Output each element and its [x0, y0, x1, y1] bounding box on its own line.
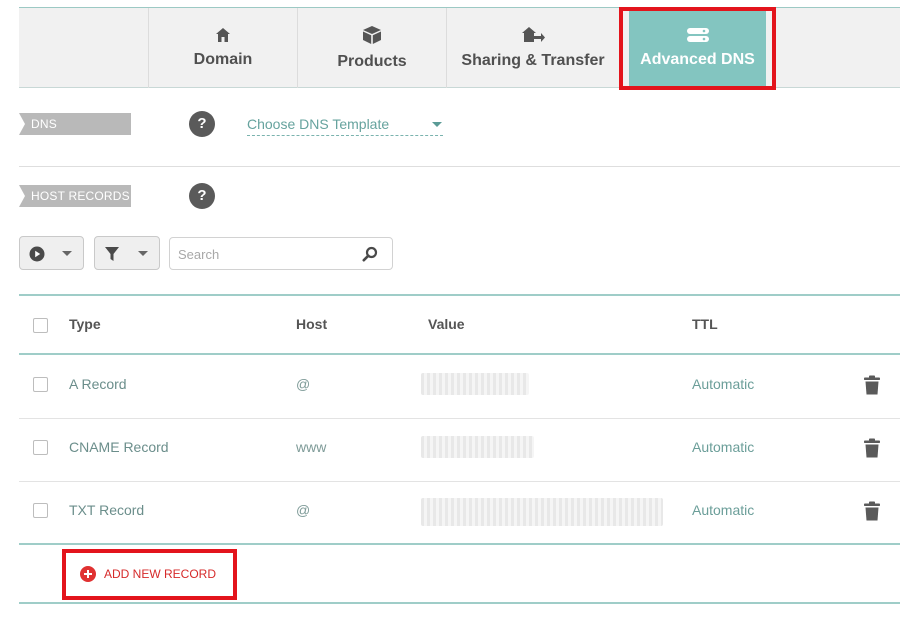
house-transfer-icon — [521, 26, 545, 44]
tab-products-label: Products — [337, 53, 407, 70]
trash-icon[interactable] — [863, 501, 881, 526]
table-header-border — [19, 353, 900, 355]
record-value-redacted[interactable] — [421, 498, 663, 526]
row-divider — [19, 481, 900, 482]
filter-dropdown-button[interactable] — [94, 236, 160, 270]
section-divider — [19, 166, 900, 167]
row-divider — [19, 418, 900, 419]
chevron-down-icon — [138, 251, 148, 256]
column-header-type: Type — [69, 316, 101, 332]
record-ttl[interactable]: Automatic — [692, 502, 754, 518]
chevron-down-icon — [62, 251, 72, 256]
play-circle-icon — [29, 246, 45, 267]
server-icon — [686, 27, 710, 43]
record-type[interactable]: TXT Record — [69, 502, 144, 518]
column-header-value: Value — [428, 316, 465, 332]
table-top-border — [19, 294, 900, 296]
dns-templates-label: DNS TEMPLATES — [19, 113, 131, 153]
search-icon[interactable] — [362, 246, 378, 267]
home-icon — [215, 27, 231, 43]
tab-sharing-transfer-label: Sharing & Transfer — [461, 52, 605, 69]
tab-advanced-dns-label: Advanced DNS — [640, 51, 755, 68]
box-icon — [362, 25, 382, 45]
add-new-record-label: ADD NEW RECORD — [104, 567, 217, 581]
host-records-help-icon[interactable]: ? — [189, 183, 215, 209]
table-bottom-border — [19, 543, 900, 545]
add-new-record-button[interactable]: ADD NEW RECORD — [80, 565, 216, 583]
chevron-down-icon — [432, 122, 442, 127]
search-box — [169, 237, 393, 271]
tab-products[interactable]: Products — [297, 8, 446, 88]
record-value-redacted[interactable] — [421, 373, 529, 395]
record-ttl[interactable]: Automatic — [692, 376, 754, 392]
trash-icon[interactable] — [863, 438, 881, 463]
filter-icon — [104, 246, 120, 267]
row-checkbox[interactable] — [33, 377, 48, 392]
tab-bar: Domain Products Sharing & Transfer Advan… — [19, 7, 900, 88]
actions-dropdown-button[interactable] — [19, 236, 84, 270]
column-header-ttl: TTL — [692, 316, 718, 332]
dns-template-select-value: Choose DNS Template — [247, 116, 390, 132]
tab-domain[interactable]: Domain — [148, 8, 297, 88]
record-ttl[interactable]: Automatic — [692, 439, 754, 455]
tab-sharing-transfer[interactable]: Sharing & Transfer — [446, 8, 619, 88]
column-header-host: Host — [296, 316, 328, 332]
footer-border — [19, 602, 900, 604]
search-input[interactable] — [170, 238, 360, 271]
record-type[interactable]: A Record — [69, 376, 127, 392]
dns-template-select[interactable]: Choose DNS Template — [247, 113, 443, 136]
select-all-checkbox[interactable] — [33, 318, 48, 333]
record-host[interactable]: @ — [296, 502, 310, 518]
record-type[interactable]: CNAME Record — [69, 439, 169, 455]
tab-domain-label: Domain — [193, 51, 253, 68]
record-value-redacted[interactable] — [421, 436, 534, 458]
record-host[interactable]: www — [296, 439, 326, 455]
record-host[interactable]: @ — [296, 376, 310, 392]
tab-advanced-dns[interactable]: Advanced DNS — [629, 8, 766, 88]
row-checkbox[interactable] — [33, 503, 48, 518]
plus-circle-icon — [80, 566, 96, 582]
trash-icon[interactable] — [863, 375, 881, 400]
host-records-label: HOST RECORDS — [19, 185, 131, 207]
row-checkbox[interactable] — [33, 440, 48, 455]
dns-templates-help-icon[interactable]: ? — [189, 111, 215, 137]
